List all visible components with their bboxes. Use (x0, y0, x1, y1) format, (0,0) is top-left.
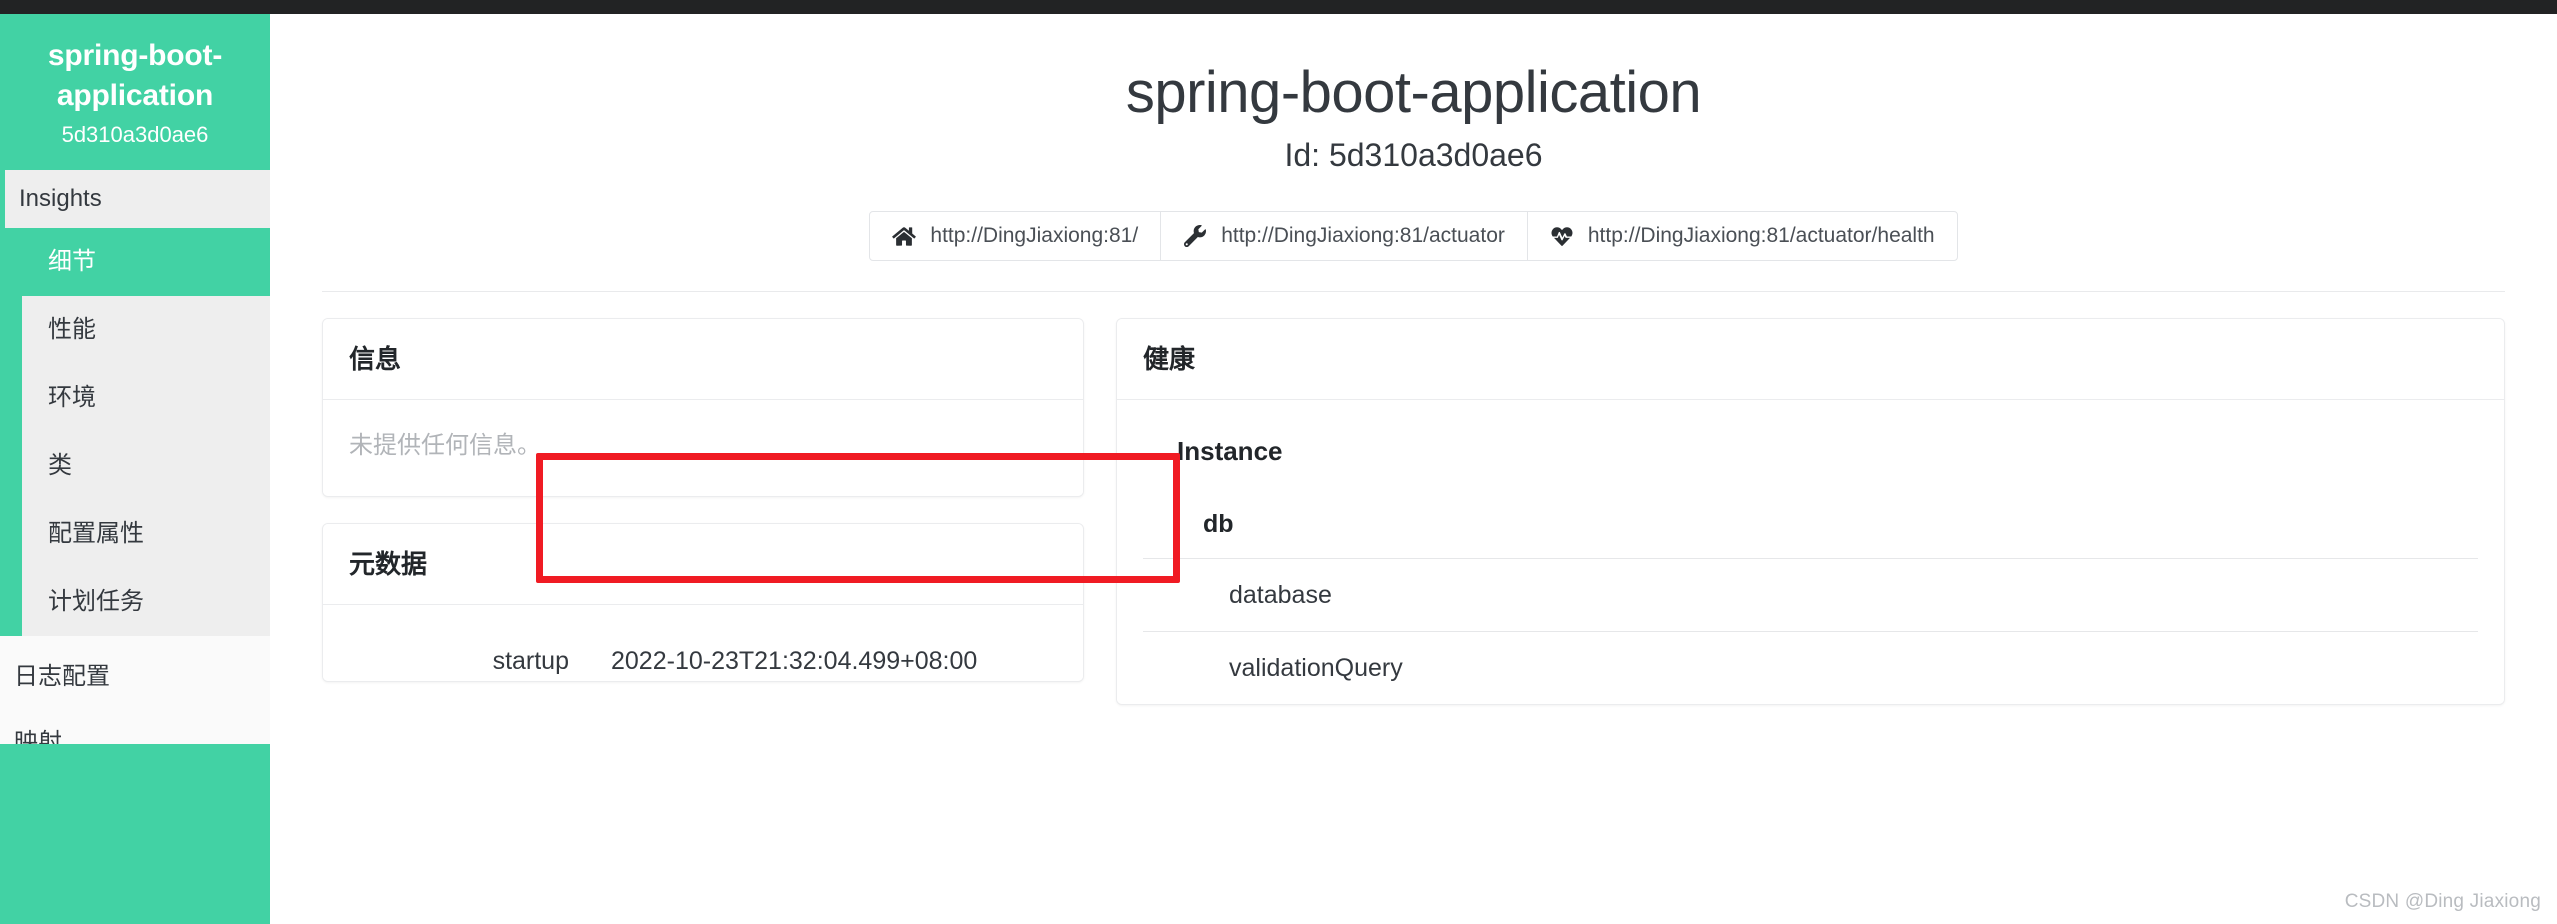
watermark: CSDN @Ding Jiaxiong (2344, 891, 2541, 912)
link-button-health[interactable]: http://DingJiaxiong:81/actuator/health (1526, 211, 1958, 261)
sidebar-item-config-props[interactable]: 配置属性 (22, 500, 270, 568)
health-item-database: database (1143, 559, 2478, 632)
metadata-card-title: 元数据 (323, 524, 1083, 605)
sidebar-app-id: 5d310a3d0ae6 (61, 122, 209, 147)
sidebar-item-mappings[interactable]: 映射 (0, 710, 270, 744)
left-column: 信息 未提供任何信息。 元数据 startup 2022-10-23T21:32… (322, 318, 1084, 708)
sidebar-item-label: 配置属性 (48, 520, 144, 547)
metadata-card: 元数据 startup 2022-10-23T21:32:04.499+08:0… (322, 523, 1084, 682)
sidebar-item-label: 性能 (48, 316, 96, 343)
page-title: spring-boot-application (1125, 60, 1702, 125)
info-card-empty-text: 未提供任何信息。 (323, 400, 1083, 496)
browser-top-bar (0, 0, 2557, 14)
sidebar-item-label: 环境 (48, 384, 96, 411)
sidebar-item-performance[interactable]: 性能 (22, 296, 270, 364)
sidebar: spring-boot-application 5d310a3d0ae6 Ins… (0, 14, 270, 924)
wrench-icon (1183, 225, 1207, 247)
health-card: 健康 Instance db database validationQuery (1116, 318, 2505, 705)
table-row: startup 2022-10-23T21:32:04.499+08:00 (349, 627, 1057, 681)
sidebar-item-label: 映射 (14, 729, 62, 744)
sidebar-item-logging-config[interactable]: 日志配置 (0, 644, 270, 710)
page-subtitle-id: Id: 5d310a3d0ae6 (1284, 137, 1543, 173)
header-divider (322, 291, 2505, 292)
instance-links-group: http://DingJiaxiong:81/ http://DingJiaxi… (270, 211, 2557, 261)
health-item-validation-query: validationQuery (1229, 654, 1403, 682)
link-button-actuator[interactable]: http://DingJiaxiong:81/actuator (1160, 211, 1528, 261)
sidebar-section-header-insights: Insights (5, 170, 270, 228)
health-group-instance: Instance (1177, 436, 1283, 466)
sidebar-item-label: 计划任务 (48, 588, 144, 615)
link-button-label: http://DingJiaxiong:81/actuator/health (1587, 224, 1935, 247)
link-button-label: http://DingJiaxiong:81/actuator (1221, 224, 1505, 247)
right-column: 健康 Instance db database validationQuery (1116, 318, 2505, 731)
metadata-value: 2022-10-23T21:32:04.499+08:00 (611, 647, 978, 675)
info-card: 信息 未提供任何信息。 (322, 318, 1084, 497)
heartbeat-icon (1550, 225, 1574, 247)
sidebar-item-details[interactable]: 细节 (0, 228, 270, 296)
link-button-home[interactable]: http://DingJiaxiong:81/ (869, 211, 1162, 261)
link-button-label: http://DingJiaxiong:81/ (930, 224, 1139, 247)
home-icon (892, 225, 917, 247)
sidebar-item-label: 日志配置 (14, 663, 110, 690)
health-subgroup-db[interactable]: db (1143, 490, 2478, 559)
app-root: spring-boot-application 5d310a3d0ae6 Ins… (0, 0, 2557, 924)
health-card-title: 健康 (1117, 319, 2504, 400)
metadata-key: startup (492, 647, 569, 675)
sidebar-item-environment[interactable]: 环境 (22, 364, 270, 432)
health-card-body: Instance db database validationQuery (1117, 400, 2504, 704)
sidebar-brand[interactable]: spring-boot-application 5d310a3d0ae6 (0, 14, 270, 170)
sidebar-app-name: spring-boot-application (47, 39, 223, 112)
sidebar-item-scheduled-tasks[interactable]: 计划任务 (22, 568, 270, 636)
info-card-title: 信息 (323, 319, 1083, 400)
sidebar-item-label: 类 (48, 452, 72, 479)
sidebar-nav-list: 细节 性能 环境 类 配置属性 计划任务 (0, 228, 270, 636)
sidebar-item-classes[interactable]: 类 (22, 432, 270, 500)
sidebar-footer-nav: 日志配置 映射 (0, 636, 270, 744)
sidebar-insights-section: Insights 细节 性能 环境 类 配置属性 计划任务 (0, 170, 270, 636)
main-content: spring-boot-application Id: 5d310a3d0ae6… (270, 14, 2557, 924)
content-columns: 信息 未提供任何信息。 元数据 startup 2022-10-23T21:32… (322, 318, 2505, 731)
sidebar-item-label: 细节 (48, 248, 96, 275)
metadata-card-body: startup 2022-10-23T21:32:04.499+08:00 (323, 605, 1083, 681)
